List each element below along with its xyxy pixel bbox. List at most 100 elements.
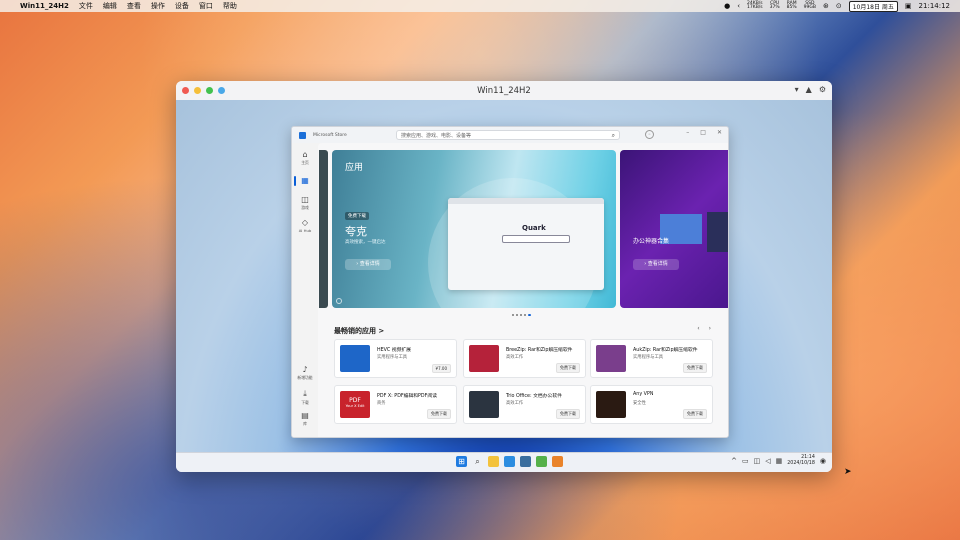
windows-start-icon[interactable]: ⊞ <box>456 456 467 467</box>
system-tray: ^ ▭ ◫ ◁ ▦ 21:14 2024/10/18 ◉ <box>731 455 826 467</box>
app-card[interactable]: PDF Your X Edit PDF X: PDF编辑和PDF阅读 商务 免费… <box>334 385 457 424</box>
display-icon[interactable]: ▭ <box>742 457 749 465</box>
ssd-stat[interactable]: SSD 99GB <box>803 1 816 11</box>
app-card[interactable]: HEVC 视频扩展 实用程序与工具 ¥7.00 <box>334 339 457 378</box>
section-title[interactable]: 最畅销的应用 > <box>334 326 384 336</box>
settings-icon[interactable]: ⚙ <box>819 85 826 94</box>
app-card[interactable]: Trio Office: 文档办公软件 高效工作 免费下载 <box>463 385 586 424</box>
chevron-left-icon[interactable]: ‹ <box>697 325 699 332</box>
toggle-icon[interactable]: ⊙ <box>836 2 842 10</box>
app-card-title: Any VPN <box>633 392 654 397</box>
nav-apps[interactable]: ▦ <box>292 176 318 185</box>
menu-help[interactable]: 帮助 <box>223 1 237 11</box>
search-placeholder: 搜索应用、游戏、电影、设备等 <box>401 133 472 139</box>
hero-banner-next[interactable]: 办公神器合集 › 查看详情 <box>620 150 728 308</box>
chevron-right-icon[interactable]: › <box>709 325 711 332</box>
dropdown-icon[interactable]: ▾ <box>795 85 799 94</box>
user-avatar-icon[interactable]: ◦ <box>645 130 654 139</box>
search-icon[interactable]: ⌕ <box>612 131 615 141</box>
app-card-price[interactable]: 免费下载 <box>683 409 707 419</box>
quark-taskbar-icon[interactable] <box>552 456 563 467</box>
menu-edit[interactable]: 编辑 <box>103 1 117 11</box>
nav-games[interactable]: ◫ 游戏 <box>292 195 318 211</box>
carousel-dot[interactable] <box>524 314 526 316</box>
notification-icon[interactable]: ◉ <box>820 457 826 465</box>
taskbar-clock[interactable]: 21:14 2024/10/18 <box>787 455 815 467</box>
store-window-controls: – □ ✕ <box>686 129 722 136</box>
store-titlebar[interactable]: Microsoft Store 搜索应用、游戏、电影、设备等 ⌕ ◦ – □ ✕ <box>292 127 728 143</box>
app-card-price[interactable]: 免费下载 <box>556 409 580 419</box>
cpu-value: 37% <box>769 5 780 10</box>
vm-title: Win11_24H2 <box>477 85 531 96</box>
store-taskbar-icon[interactable] <box>520 456 531 467</box>
app-card-price[interactable]: 免费下载 <box>427 409 451 419</box>
windows-desktop: Microsoft Store 搜索应用、游戏、电影、设备等 ⌕ ◦ – □ ✕… <box>176 100 832 453</box>
breezip-icon <box>469 345 499 372</box>
control-icon[interactable]: ⊛ <box>823 2 829 10</box>
app-card-price[interactable]: 免费下载 <box>556 363 580 373</box>
menu-view[interactable]: 查看 <box>127 1 141 11</box>
menu-actions[interactable]: 操作 <box>151 1 165 11</box>
app-card-category: 高效工作 <box>506 355 524 360</box>
hero-banner[interactable]: 应用 免费下载 夸克 高效搜索，一键启达 › 查看详情 Quark <box>332 150 616 308</box>
app-card[interactable]: BreeZip: Rar和Zip解压缩软件 高效工作 免费下载 <box>463 339 586 378</box>
keyboard-icon[interactable]: ▦ <box>776 457 783 465</box>
volume-icon[interactable]: ◁ <box>765 457 770 465</box>
carousel-dot-active[interactable] <box>528 314 531 316</box>
section-arrows: ‹ › <box>697 325 711 332</box>
minimize-icon[interactable]: – <box>686 129 689 136</box>
home-icon: ⌂ <box>302 150 308 159</box>
carousel-dot[interactable] <box>516 314 518 316</box>
store-main: 应用 免费下载 夸克 高效搜索，一键启达 › 查看详情 Quark 办公神器合集… <box>318 143 728 437</box>
carousel-dot[interactable] <box>520 314 522 316</box>
carousel-dot[interactable] <box>512 314 514 316</box>
ram-stat[interactable]: RAM 85% <box>787 1 797 11</box>
pdf-icon: PDF Your X Edit <box>340 391 370 418</box>
warning-icon[interactable]: ▲ <box>806 85 812 94</box>
network-stat[interactable]: 24KB/s 17KB/s <box>747 1 763 11</box>
app-card[interactable]: AukZip: Rar和Zip解压缩软件 实用程序与工具 免费下载 <box>590 339 713 378</box>
clock[interactable]: 21:14:12 <box>919 2 950 10</box>
app-taskbar-icon[interactable] <box>536 456 547 467</box>
vm-titlebar[interactable]: Win11_24H2 ▾ ▲ ⚙ <box>176 81 832 101</box>
app-card[interactable]: Any VPN 安全性 免费下载 <box>590 385 713 424</box>
menu-window[interactable]: 窗口 <box>199 1 213 11</box>
chevron-up-icon[interactable]: ^ <box>731 457 737 465</box>
chevron-left-icon[interactable]: ‹ <box>737 2 740 10</box>
maximize-icon[interactable]: □ <box>700 129 706 136</box>
hero-app-name: 夸克 <box>345 225 367 238</box>
hero-details-button[interactable]: › 查看详情 <box>345 259 391 270</box>
file-explorer-icon[interactable] <box>488 456 499 467</box>
store-search-input[interactable]: 搜索应用、游戏、电影、设备等 ⌕ <box>396 130 620 140</box>
edge-icon[interactable] <box>504 456 515 467</box>
record-icon[interactable]: ● <box>724 2 730 10</box>
hero2-details-button[interactable]: › 查看详情 <box>633 259 679 270</box>
menu-file[interactable]: 文件 <box>79 1 93 11</box>
menubar-app-name[interactable]: Win11_24H2 <box>20 2 69 10</box>
nav-downloads[interactable]: ⤓ 下载 <box>292 389 318 406</box>
hero-badge: 免费下载 <box>345 212 369 220</box>
nav-ai-hub[interactable]: ◇ AI Hub <box>292 218 318 233</box>
nav-home[interactable]: ⌂ 主页 <box>292 150 318 166</box>
search-icon[interactable]: ⌕ <box>472 456 483 467</box>
nav-library[interactable]: ▤ 库 <box>292 411 318 427</box>
cpu-stat[interactable]: CPU 37% <box>769 1 780 11</box>
menu-devices[interactable]: 设备 <box>175 1 189 11</box>
app-card-price[interactable]: 免费下载 <box>683 363 707 373</box>
mock-browser-bar <box>448 198 604 204</box>
close-icon[interactable]: ✕ <box>717 129 722 136</box>
hero-prev-peek[interactable] <box>319 150 328 308</box>
app-card-title: BreeZip: Rar和Zip解压缩软件 <box>506 348 573 353</box>
network-icon[interactable]: ◫ <box>754 457 761 465</box>
screen-icon[interactable]: ▣ <box>905 2 912 10</box>
store-window: Microsoft Store 搜索应用、游戏、电影、设备等 ⌕ ◦ – □ ✕… <box>291 126 729 438</box>
trio-office-icon <box>469 391 499 418</box>
app-card-price[interactable]: ¥7.00 <box>431 364 451 373</box>
store-logo-icon <box>299 131 306 139</box>
ssd-value: 99GB <box>803 5 816 10</box>
date-pill[interactable]: 10月18日 周五 <box>848 0 898 12</box>
nav-downloads-label: 下载 <box>301 400 309 405</box>
nav-new[interactable]: ♪ 新增功能 <box>292 365 318 381</box>
mock-search-box <box>502 235 570 243</box>
info-icon[interactable] <box>336 298 342 304</box>
